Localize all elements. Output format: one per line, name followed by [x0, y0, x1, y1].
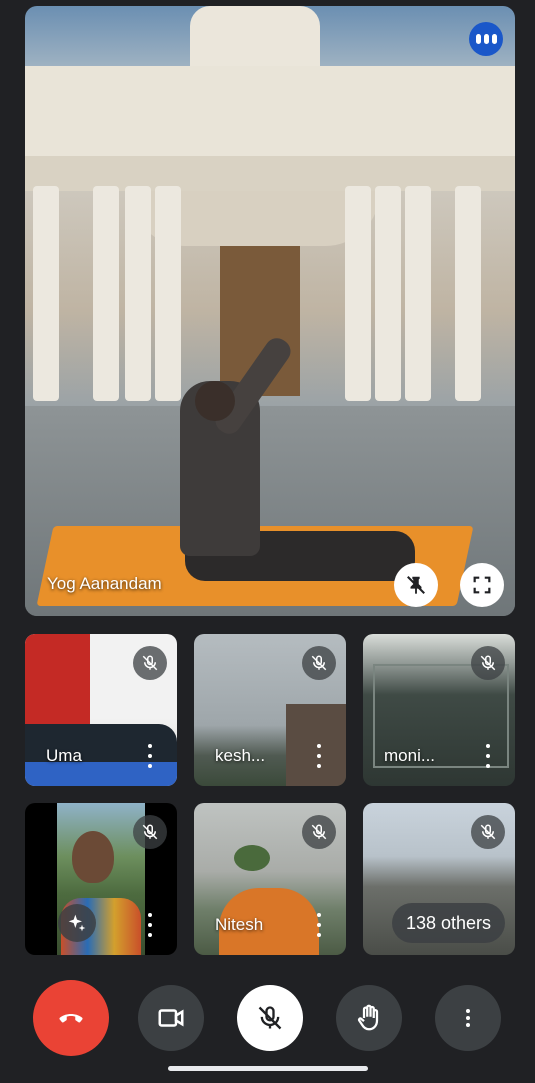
self-view-tile[interactable] [25, 803, 177, 955]
participant-name: moni... [384, 746, 436, 765]
mic-off-indicator [302, 646, 336, 680]
mic-off-icon [311, 824, 327, 840]
person-head [72, 831, 114, 883]
microphone-button[interactable] [237, 985, 303, 1051]
temple-pillar [155, 186, 181, 401]
temple-pillar [345, 186, 371, 401]
temple-pillar [375, 186, 401, 401]
participant-more-button[interactable] [485, 744, 491, 768]
unpin-button[interactable] [394, 563, 438, 607]
participant-tile[interactable]: kesh... [194, 634, 346, 786]
mic-off-icon [480, 655, 496, 671]
participant-name: Nitesh [215, 915, 264, 934]
participant-tile[interactable]: Nitesh [194, 803, 346, 955]
participant-more-button[interactable] [316, 744, 322, 768]
main-speaker-name: Yog Aanandam [47, 574, 162, 593]
others-tile[interactable]: 138 others [363, 803, 515, 955]
end-call-button[interactable] [33, 980, 109, 1056]
participant-tile[interactable]: moni... [363, 634, 515, 786]
participant-name: Uma [46, 746, 82, 765]
participant-more-button[interactable] [147, 913, 153, 937]
person-head [195, 381, 235, 421]
fullscreen-button[interactable] [460, 563, 504, 607]
mic-off-indicator [133, 815, 167, 849]
temple-pillar [125, 186, 151, 401]
mic-off-icon [142, 655, 158, 671]
main-speaker-tile[interactable]: Yog Aanandam [25, 6, 515, 616]
temple-pillar [33, 186, 59, 401]
participant-shirt [25, 634, 90, 734]
temple-dome [190, 6, 320, 71]
participant-more-button[interactable] [147, 744, 153, 768]
others-count-badge[interactable]: 138 others [391, 903, 505, 943]
phone-hangup-icon [59, 1014, 83, 1023]
home-indicator[interactable] [168, 1066, 368, 1071]
raise-hand-button[interactable] [336, 985, 402, 1051]
mic-off-icon [142, 824, 158, 840]
mic-off-icon [311, 655, 327, 671]
unpin-icon [407, 576, 425, 595]
sparkle-effects-icon [68, 914, 86, 932]
mic-off-indicator [471, 815, 505, 849]
participant-more-button[interactable] [316, 913, 322, 937]
mic-off-indicator [302, 815, 336, 849]
video-camera-icon [158, 1009, 184, 1027]
mic-off-icon [480, 824, 496, 840]
mic-off-icon [258, 1006, 282, 1030]
more-vert-icon [466, 1009, 470, 1027]
mic-off-indicator [133, 646, 167, 680]
participant-tile[interactable]: Uma [25, 634, 177, 786]
temple-pillar [93, 186, 119, 401]
tree [234, 845, 270, 871]
temple-pillar [455, 186, 481, 401]
camera-button[interactable] [138, 985, 204, 1051]
audio-levels-icon[interactable] [469, 22, 503, 56]
visual-effects-button[interactable] [58, 904, 96, 942]
temple-roof [25, 66, 515, 156]
participant-name: kesh... [215, 746, 266, 765]
hand-icon [357, 1004, 379, 1031]
more-options-button[interactable] [435, 985, 501, 1051]
temple-pillar [405, 186, 431, 401]
mic-off-indicator [471, 646, 505, 680]
fullscreen-icon [473, 576, 491, 594]
